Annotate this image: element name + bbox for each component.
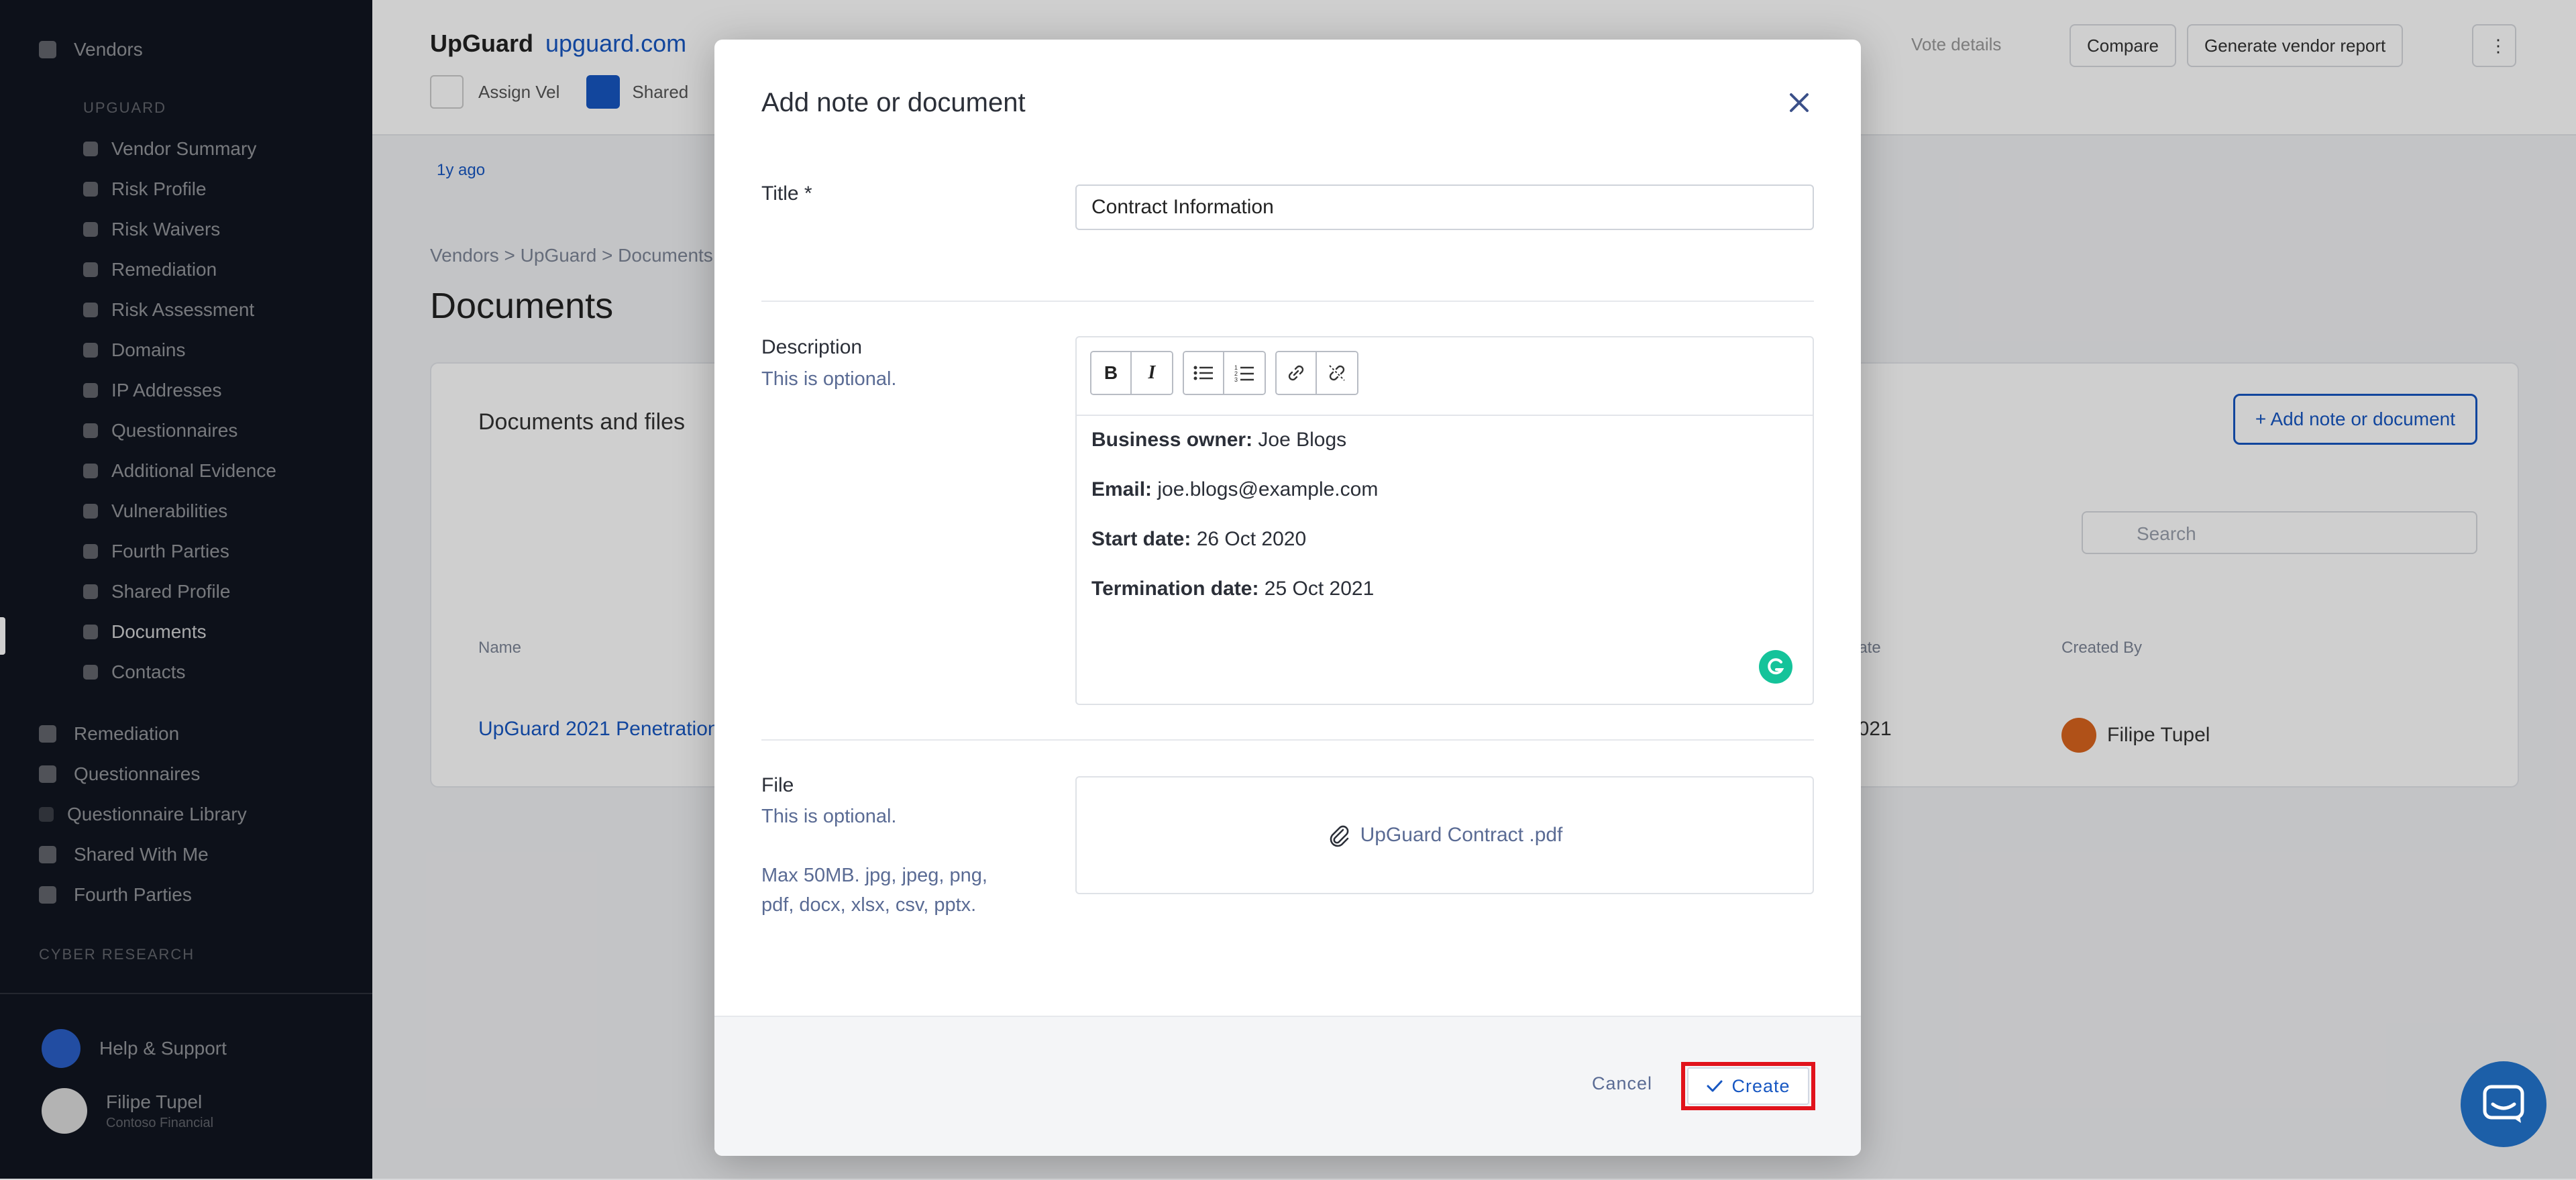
unlink-button[interactable] bbox=[1317, 352, 1357, 394]
file-label: File bbox=[761, 774, 794, 796]
format-group: B I bbox=[1090, 351, 1173, 395]
grammarly-icon[interactable] bbox=[1759, 650, 1792, 684]
divider bbox=[761, 739, 1814, 741]
description-editor[interactable]: B I 123 Business owner: Joe Blogs Email:… bbox=[1075, 336, 1814, 705]
bold-icon: B bbox=[1104, 362, 1118, 383]
file-limits: pdf, docx, xlsx, csv, pptx. bbox=[761, 894, 977, 916]
modal-title: Add note or document bbox=[761, 88, 1026, 117]
numbered-list-icon: 123 bbox=[1234, 364, 1254, 382]
content-value: joe.blogs@example.com bbox=[1152, 478, 1379, 500]
chat-icon bbox=[2483, 1085, 2524, 1123]
file-hint: This is optional. bbox=[761, 806, 897, 827]
content-value: Joe Blogs bbox=[1252, 429, 1347, 451]
file-upload-area[interactable]: UpGuard Contract .pdf bbox=[1075, 776, 1814, 894]
cancel-button[interactable]: Cancel bbox=[1592, 1073, 1652, 1094]
link-group bbox=[1275, 351, 1358, 395]
check-icon bbox=[1707, 1080, 1723, 1092]
divider bbox=[761, 301, 1814, 302]
content-value: 26 Oct 2020 bbox=[1191, 528, 1307, 550]
title-input[interactable] bbox=[1075, 184, 1814, 230]
italic-icon: I bbox=[1148, 362, 1156, 383]
create-label: Create bbox=[1731, 1075, 1790, 1096]
content-label: Termination date: bbox=[1091, 578, 1259, 600]
description-hint: This is optional. bbox=[761, 368, 897, 390]
editor-toolbar: B I 123 bbox=[1077, 337, 1813, 416]
bullet-list-icon bbox=[1193, 366, 1213, 380]
italic-button[interactable]: I bbox=[1132, 352, 1172, 394]
editor-content[interactable]: Business owner: Joe Blogs Email: joe.blo… bbox=[1091, 428, 1378, 627]
close-icon[interactable] bbox=[1784, 88, 1814, 117]
content-label: Email: bbox=[1091, 478, 1152, 500]
title-label: Title * bbox=[761, 182, 812, 205]
link-icon bbox=[1288, 365, 1304, 381]
content-value: 25 Oct 2021 bbox=[1258, 578, 1375, 600]
link-button[interactable] bbox=[1277, 352, 1317, 394]
create-button[interactable]: Create bbox=[1687, 1067, 1809, 1105]
unlink-icon bbox=[1329, 365, 1345, 381]
bullet-list-button[interactable] bbox=[1184, 352, 1224, 394]
modal-footer: Cancel Create bbox=[714, 1016, 1861, 1156]
svg-text:3: 3 bbox=[1234, 376, 1238, 382]
bold-button[interactable]: B bbox=[1091, 352, 1132, 394]
content-label: Business owner: bbox=[1091, 429, 1253, 451]
add-note-modal: Add note or document Title * Description… bbox=[714, 40, 1861, 1156]
numbered-list-button[interactable]: 123 bbox=[1224, 352, 1265, 394]
paperclip-icon bbox=[1330, 825, 1348, 847]
content-line: Email: joe.blogs@example.com bbox=[1091, 478, 1378, 502]
list-group: 123 bbox=[1183, 351, 1266, 395]
file-name[interactable]: UpGuard Contract .pdf bbox=[1360, 824, 1563, 847]
content-line: Business owner: Joe Blogs bbox=[1091, 428, 1378, 452]
description-label: Description bbox=[761, 336, 863, 358]
content-line: Termination date: 25 Oct 2021 bbox=[1091, 577, 1378, 601]
content-line: Start date: 26 Oct 2020 bbox=[1091, 527, 1378, 551]
content-label: Start date: bbox=[1091, 528, 1191, 550]
chat-launcher[interactable] bbox=[2461, 1061, 2546, 1147]
file-limits: Max 50MB. jpg, jpeg, png, bbox=[761, 865, 987, 886]
